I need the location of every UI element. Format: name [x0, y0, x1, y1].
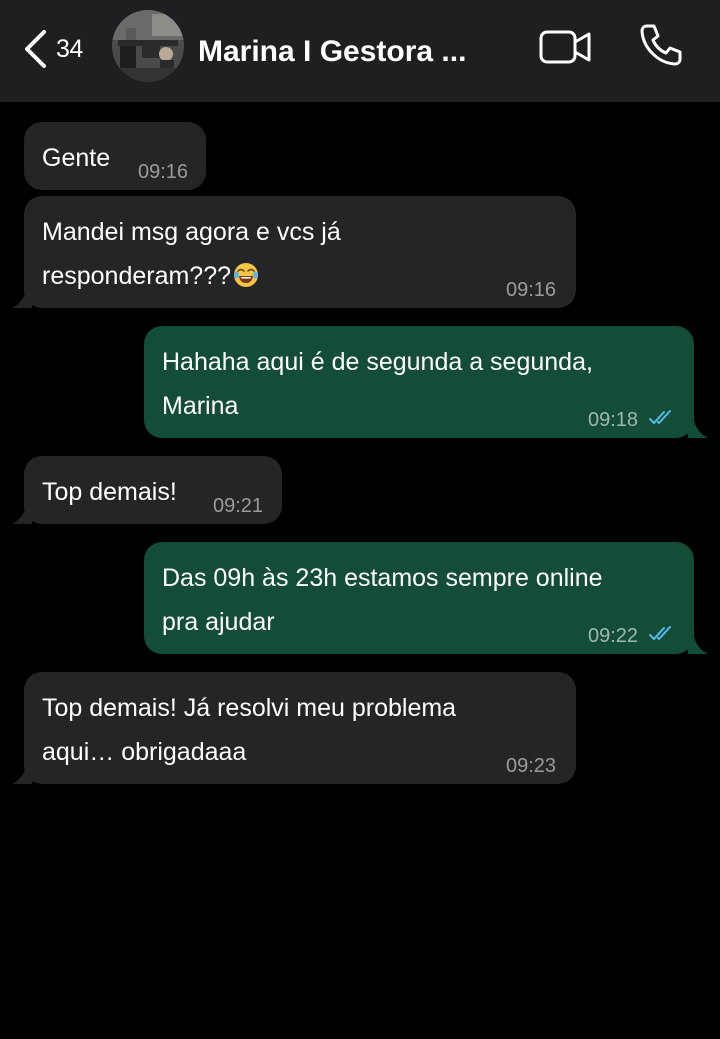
unread-count: 34 — [56, 34, 83, 63]
message-text-line: aqui… obrigadaaa — [42, 738, 247, 766]
message-time: 09:21 — [213, 495, 264, 517]
message-time: 09:23 — [506, 755, 557, 777]
incoming-message[interactable]: Gente 09:16 — [24, 122, 206, 190]
chevron-left-icon — [25, 30, 46, 68]
phone-icon — [640, 24, 682, 66]
message-list[interactable]: Gente 09:16 Mandei msg agora e vcs já re… — [0, 102, 720, 1039]
avatar-photo — [112, 10, 184, 82]
message-text-line: Mandei msg agora e vcs já — [42, 218, 341, 246]
outgoing-message[interactable]: Das 09h às 23h estamos sempre online pra… — [144, 542, 694, 654]
read-receipt-icon — [649, 410, 671, 424]
chat-header: 34 Marina I Gestora ... — [0, 0, 720, 102]
contact-name[interactable]: Marina I Gestora ... — [198, 30, 498, 74]
message-text-line: Hahaha aqui é de segunda a segunda, — [162, 348, 593, 376]
incoming-message[interactable]: Top demais! Já resolvi meu problema aqui… — [24, 672, 576, 784]
message-time: 09:22 — [588, 625, 639, 647]
incoming-message[interactable]: Top demais! 09:21 — [24, 456, 282, 524]
voice-call-button[interactable] — [638, 22, 684, 68]
message-text-line: Top demais! Já resolvi meu problema — [42, 694, 457, 722]
message-time: 09:18 — [588, 409, 639, 431]
read-receipt-icon — [649, 626, 671, 640]
avatar[interactable] — [112, 10, 184, 82]
message-text-line: Das 09h às 23h estamos sempre online — [162, 564, 603, 592]
incoming-message[interactable]: Mandei msg agora e vcs já responderam???… — [24, 196, 576, 308]
message-time: 09:16 — [506, 279, 557, 301]
back-button[interactable]: 34 — [22, 24, 104, 74]
outgoing-message[interactable]: Hahaha aqui é de segunda a segunda, Mari… — [144, 326, 694, 438]
laughing-emoji-icon — [234, 263, 259, 287]
video-camera-icon — [539, 30, 591, 64]
message-text-line: responderam??? — [42, 262, 232, 290]
video-call-button[interactable] — [538, 26, 594, 68]
message-time: 09:16 — [138, 161, 189, 183]
